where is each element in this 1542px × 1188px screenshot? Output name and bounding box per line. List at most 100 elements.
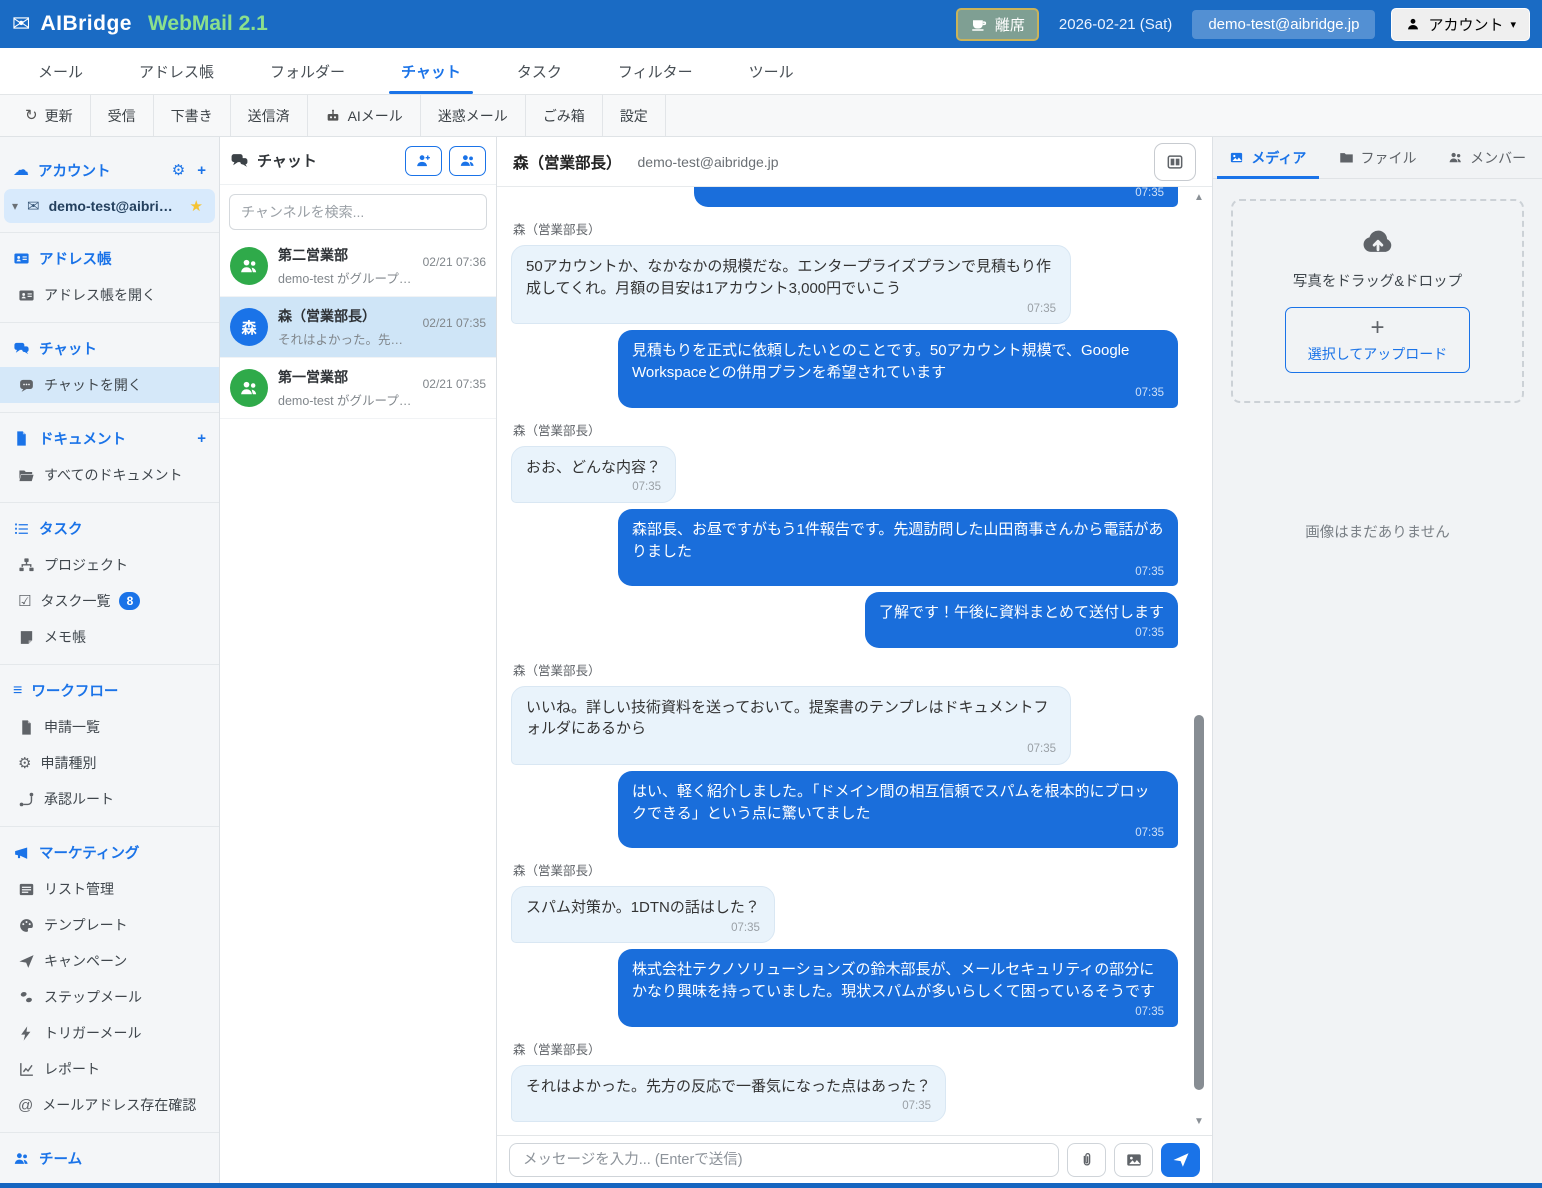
message-input[interactable]	[509, 1143, 1059, 1177]
right-panel-tab[interactable]: ファイル	[1323, 137, 1433, 178]
toolbar-item[interactable]: 迷惑メール	[421, 95, 526, 136]
sidebar-item[interactable]: ☑タスク一覧8	[0, 583, 219, 619]
sidebar-section-header[interactable]: チャット	[0, 330, 219, 367]
cloud-upload-icon	[1356, 225, 1400, 259]
star-icon[interactable]: ★	[190, 197, 203, 215]
message-text: 了解です！午後に資料まとめて送付します	[879, 604, 1164, 621]
sidebar-item[interactable]: アドレス帳を開く	[0, 277, 219, 313]
nav-tab-label: アドレス帳	[139, 61, 214, 82]
toolbar-item-label: 送信済	[248, 106, 290, 126]
toolbar-item[interactable]: 下書き	[154, 95, 231, 136]
nav-tab[interactable]: チャット	[373, 48, 489, 94]
message-list[interactable]: 07:35了解です。Google Workspace併用のオプション費用も含めま…	[497, 187, 1212, 1135]
right-panel-tab[interactable]: メンバー	[1432, 137, 1542, 178]
upload-select-button[interactable]: + 選択してアップロード	[1285, 307, 1471, 373]
nav-tab-label: タスク	[517, 61, 562, 82]
scrollbar-thumb[interactable]	[1194, 715, 1204, 1090]
right-panel-tab[interactable]: メディア	[1213, 137, 1323, 178]
gear-icon[interactable]: ⚙	[172, 163, 185, 178]
sidebar-section-header[interactable]: マーケティング	[0, 834, 219, 871]
message-text: 森部長、お昼ですがもう1件報告です。先週訪問した山田商事さんから電話がありました	[632, 521, 1163, 560]
sidebar-item[interactable]: すべてのドキュメント	[0, 457, 219, 493]
nav-tab-label: チャット	[401, 61, 461, 82]
sidebar-section-header[interactable]: ≡ワークフロー	[0, 672, 219, 709]
card-icon	[18, 287, 35, 304]
sidebar-item[interactable]: ⚙申請種別	[0, 745, 219, 781]
route-icon	[18, 791, 35, 808]
toolbar-item[interactable]: ↻更新	[8, 95, 91, 136]
message-text: 50アカウントか、なかなかの規模だな。エンタープライズプランで見積もり作成してく…	[526, 258, 1051, 297]
sidebar-item[interactable]: メモ帳	[0, 619, 219, 655]
scrollbar-track[interactable]	[1193, 203, 1205, 1117]
clip-button[interactable]	[1067, 1143, 1106, 1177]
sidebar-item[interactable]: プロジェクト	[0, 547, 219, 583]
message-bubble: それはよかった。先方の反応で一番気になった点はあった？07:35	[511, 1065, 946, 1122]
users-icon	[239, 256, 259, 276]
channel-item[interactable]: 第一営業部demo-test がグループ「…02/21 07:35	[220, 358, 496, 419]
nav-tab[interactable]: フォルダー	[242, 48, 373, 94]
account-menu-button[interactable]: アカウント ▾	[1391, 8, 1530, 41]
sidebar-item[interactable]: 申請一覧	[0, 709, 219, 745]
message-text: 見積もりを正式に依頼したいとのことです。50アカウント規模で、Google Wo…	[632, 342, 1129, 381]
nav-tab[interactable]: アドレス帳	[111, 48, 242, 94]
sidebar-section-header[interactable]: チーム	[0, 1140, 219, 1177]
toolbar-item[interactable]: 受信	[91, 95, 154, 136]
sidebar-item[interactable]: 承認ルート	[0, 781, 219, 817]
channel-item[interactable]: 第二営業部demo-test がグループ「…02/21 07:36	[220, 236, 496, 297]
sidebar-section: タスクプロジェクト☑タスク一覧8メモ帳	[0, 503, 219, 665]
sidebar-section-header[interactable]: ☁アカウント⚙+	[0, 152, 219, 189]
nav-tab[interactable]: タスク	[489, 48, 590, 94]
sidebar-section-header[interactable]: タスク	[0, 510, 219, 547]
toolbar-item[interactable]: 送信済	[231, 95, 308, 136]
sidebar-item[interactable]: ▾✉demo-test@aibri…★	[4, 189, 215, 223]
nav-tab[interactable]: フィルター	[590, 48, 721, 94]
message-bubble: 見積もりを正式に依頼したいとのことです。50アカウント規模で、Google Wo…	[618, 330, 1178, 407]
scroll-up-icon[interactable]: ▲	[1194, 193, 1204, 203]
channel-action-button[interactable]	[449, 146, 486, 176]
composer-buttons	[1067, 1143, 1200, 1177]
sidebar-item[interactable]: リスト管理	[0, 871, 219, 907]
message-text: スパム対策か。1DTNの話はした？	[526, 899, 760, 916]
sidebar-item[interactable]: チャットを開く	[0, 367, 219, 403]
channel-action-button[interactable]	[405, 146, 442, 176]
sidebar-section-label: ワークフロー	[31, 680, 118, 701]
list-check-icon	[13, 520, 30, 537]
message-time: 07:35	[526, 1098, 931, 1115]
message-scrollbar[interactable]: ▲ ▼	[1191, 193, 1207, 1127]
plus-icon[interactable]: +	[197, 431, 206, 446]
channel-panel-header: チャット	[220, 137, 496, 185]
sidebar-section: ≡ワークフロー申請一覧⚙申請種別承認ルート	[0, 665, 219, 827]
header-date: 2026-02-21 (Sat)	[1059, 16, 1172, 33]
upload-dropzone[interactable]: 写真をドラッグ&ドロップ + 選択してアップロード	[1231, 199, 1524, 403]
sidebar-item[interactable]: トリガーメール	[0, 1015, 219, 1051]
send-button[interactable]	[1161, 1143, 1200, 1177]
sidebar-item[interactable]: ステップメール	[0, 979, 219, 1015]
nav-tab[interactable]: ツール	[721, 48, 822, 94]
toolbar-item[interactable]: ごみ箱	[526, 95, 603, 136]
toolbar-item[interactable]: 設定	[603, 95, 666, 136]
sidebar-section-actions: ⚙+	[172, 163, 206, 178]
sidebar-item[interactable]: テンプレート	[0, 907, 219, 943]
channel-search-input[interactable]	[229, 194, 487, 230]
away-status-button[interactable]: 離席	[956, 8, 1039, 41]
toolbar-item[interactable]: AIメール	[308, 95, 421, 136]
nav-tab[interactable]: メール	[10, 48, 111, 94]
plus-icon: +	[1370, 316, 1384, 340]
image-button[interactable]	[1114, 1143, 1153, 1177]
sidebar-section-header[interactable]: アドレス帳	[0, 240, 219, 277]
scroll-down-icon[interactable]: ▼	[1194, 1117, 1204, 1127]
sidebar-section-header[interactable]: ドキュメント+	[0, 420, 219, 457]
refresh-icon: ↻	[25, 108, 38, 123]
columns-icon	[1165, 152, 1185, 172]
nav-tab-label: フォルダー	[270, 61, 345, 82]
sidebar-item[interactable]: レポート	[0, 1051, 219, 1087]
sidebar-item[interactable]: @メールアドレス存在確認	[0, 1087, 219, 1123]
sidebar-item-label: レポート	[44, 1059, 100, 1079]
message-row: それはよかった。先方の反応で一番気になった点はあった？07:35	[511, 1065, 1178, 1122]
channel-item[interactable]: 森森（営業部長）それはよかった。先方の…02/21 07:35	[220, 297, 496, 358]
sidebar-item[interactable]: キャンペーン	[0, 943, 219, 979]
user-plus-icon	[415, 152, 432, 169]
panel-toggle-button[interactable]	[1154, 143, 1196, 181]
plus-icon[interactable]: +	[197, 163, 206, 178]
message-text: 株式会社テクノソリューションズの鈴木部長が、メールセキュリティの部分にかなり興味…	[632, 961, 1155, 1000]
